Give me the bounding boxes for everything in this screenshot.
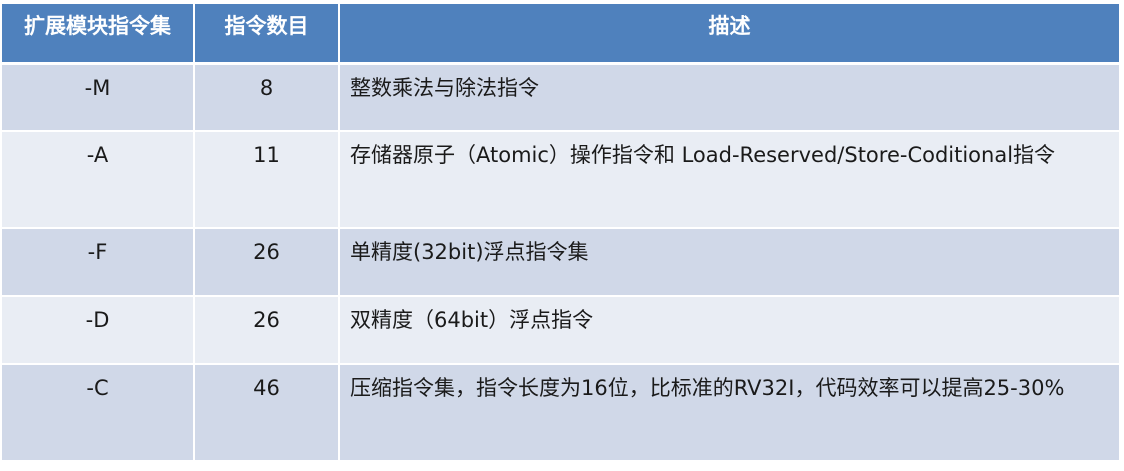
table-row: -M 8 整数乘法与除法指令 (2, 63, 1119, 132)
table-row: -A 11 存储器原子（Atomic）操作指令和 Load-Reserved/S… (2, 131, 1119, 229)
count-cell: 8 (194, 63, 340, 132)
description-cell: 双精度（64bit）浮点指令 (339, 296, 1119, 365)
count-cell: 11 (194, 131, 340, 229)
instruction-set-table: 扩展模块指令集 指令数目 描述 -M 8 整数乘法与除法指令 -A 11 存储器… (2, 4, 1119, 462)
count-cell: 46 (194, 364, 340, 462)
table-row: -D 26 双精度（64bit）浮点指令 (2, 296, 1119, 365)
module-cell: -F (2, 228, 195, 297)
count-cell: 26 (194, 296, 340, 365)
description-cell: 整数乘法与除法指令 (339, 63, 1119, 132)
module-cell: -A (2, 131, 195, 229)
description-cell: 单精度(32bit)浮点指令集 (339, 228, 1119, 297)
module-cell: -D (2, 296, 195, 365)
module-cell: -C (2, 364, 195, 462)
description-cell: 压缩指令集，指令长度为16位，比标准的RV32I，代码效率可以提高25-30% (339, 364, 1119, 462)
table-row: -F 26 单精度(32bit)浮点指令集 (2, 228, 1119, 297)
header-description: 描述 (339, 4, 1119, 65)
count-cell: 26 (194, 228, 340, 297)
module-cell: -M (2, 63, 195, 132)
header-module: 扩展模块指令集 (2, 4, 195, 65)
table-row: -C 46 压缩指令集，指令长度为16位，比标准的RV32I，代码效率可以提高2… (2, 364, 1119, 462)
header-count: 指令数目 (194, 4, 340, 65)
description-cell: 存储器原子（Atomic）操作指令和 Load-Reserved/Store-C… (339, 131, 1119, 229)
header-row: 扩展模块指令集 指令数目 描述 (2, 4, 1119, 65)
